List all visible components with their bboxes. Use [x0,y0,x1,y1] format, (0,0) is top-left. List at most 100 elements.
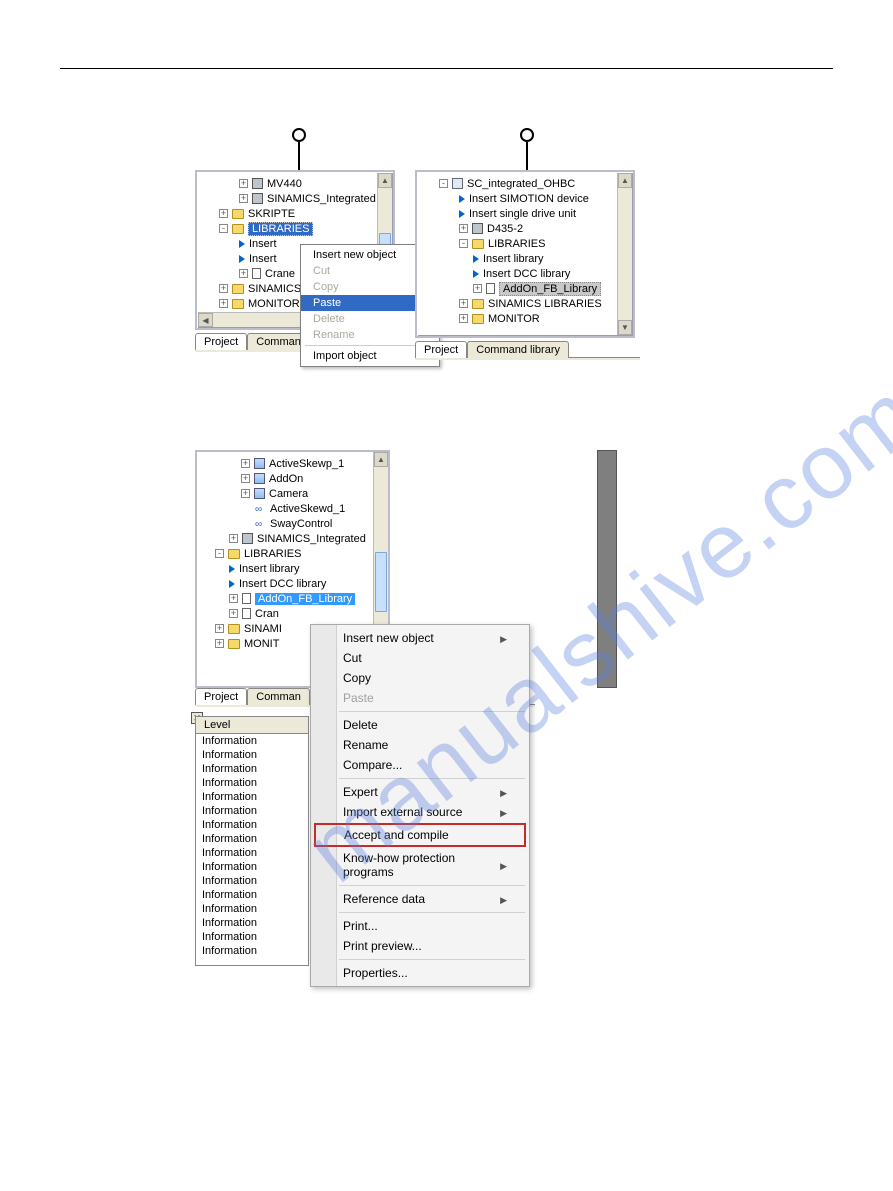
folder-icon [228,624,240,634]
scroll-up-button[interactable]: ▲ [378,173,392,188]
menu-know-how-protection[interactable]: Know-how protection programs [311,848,529,882]
scroll-thumb[interactable] [375,552,387,612]
expand-icon[interactable]: + [219,299,228,308]
tree-item-insert-library[interactable]: Insert library [419,251,631,266]
tree-item-addon[interactable]: + AddOn [197,471,388,486]
tree-item-swaycontrol[interactable]: SwayControl [197,516,388,531]
tree-item-root[interactable]: -SC_integrated_OHBC [419,176,631,191]
menu-compare[interactable]: Compare... [311,755,529,775]
tab-project[interactable]: Project [195,333,247,350]
expand-icon[interactable]: + [459,314,468,323]
tree-label: Insert [249,253,277,265]
tree-item-insert-library[interactable]: Insert library [197,561,388,576]
vertical-scrollbar[interactable]: ▲ ▼ [617,173,632,335]
tree-item-sinamics-libraries[interactable]: +SINAMICS LIBRARIES [419,296,631,311]
tab-command-library[interactable]: Command library [467,341,569,358]
menu-expert[interactable]: Expert [311,782,529,802]
tree-item-libraries[interactable]: -LIBRARIES [197,546,388,561]
menu-insert-new-object[interactable]: Insert new object [311,628,529,648]
expand-icon[interactable]: + [229,534,238,543]
panel-source-project: +MV440 +SINAMICS_Integrated +SKRIPTE -LI… [195,170,400,370]
collapse-icon[interactable]: - [439,179,448,188]
document-icon [486,283,495,294]
tree-label: MONIT [244,638,279,650]
collapse-icon[interactable]: - [459,239,468,248]
tree-item-activeskewp-1[interactable]: +ActiveSkewp_1 [197,456,388,471]
tree-item-insert-dcc[interactable]: Insert DCC library [197,576,388,591]
device-icon [472,223,483,234]
expand-icon[interactable]: + [459,224,468,233]
tree-item-mv440[interactable]: +MV440 [199,176,391,191]
tree-item-insert-drive[interactable]: Insert single drive unit [419,206,631,221]
expand-icon[interactable]: + [219,284,228,293]
menu-print[interactable]: Print... [311,916,529,936]
tab-project[interactable]: Project [415,341,467,358]
program-icon [254,488,265,499]
insert-arrow-icon [229,565,235,573]
tree-item-sinamics-integrated[interactable]: +SINAMICS_Integrated [199,191,391,206]
menu-accept-and-compile[interactable]: Accept and compile [314,823,526,847]
expand-icon[interactable]: + [241,489,250,498]
menu-import-external-source[interactable]: Import external source [311,802,529,822]
menu-rename[interactable]: Rename [311,735,529,755]
tree-item-addon-fb-library[interactable]: +AddOn_FB_Library [197,591,388,606]
tree-label: Insert DCC library [483,268,570,280]
menu-delete[interactable]: Delete [311,715,529,735]
expand-icon[interactable]: + [241,459,250,468]
output-row: Information [196,776,308,790]
expand-icon[interactable]: + [239,194,248,203]
scroll-left-button[interactable]: ◀ [198,313,213,327]
horizontal-rule [60,68,833,69]
tree-item-sinamics-integrated[interactable]: +SINAMICS_Integrated [197,531,388,546]
expand-icon[interactable]: + [215,639,224,648]
menu-properties[interactable]: Properties... [311,963,529,983]
scroll-up-button[interactable]: ▲ [374,452,388,467]
tree-item-cran[interactable]: +Cran [197,606,388,621]
tab-command-library[interactable]: Comman [247,688,310,705]
expand-icon[interactable]: + [219,209,228,218]
folder-icon [472,314,484,324]
menu-cut[interactable]: Cut [311,648,529,668]
context-menu-c[interactable]: Insert new object Cut Copy Paste Delete … [310,624,530,987]
expand-icon[interactable]: + [215,624,224,633]
tree-item-monitor[interactable]: +MONITOR [419,311,631,326]
folder-icon [232,284,244,294]
insert-arrow-icon [459,210,465,218]
output-pane[interactable]: Level Information Information Informatio… [195,716,309,966]
tree-label: Insert library [239,563,300,575]
tree-item-activeskewd-1[interactable]: ActiveSkewd_1 [197,501,388,516]
tree-item-libraries[interactable]: -LIBRARIES [419,236,631,251]
tree-item-insert-dcc[interactable]: Insert DCC library [419,266,631,281]
tree-item-addon-fb-library[interactable]: +AddOn_FB_Library [419,281,631,296]
tree-view-b[interactable]: -SC_integrated_OHBC Insert SIMOTION devi… [415,170,635,338]
scroll-down-button[interactable]: ▼ [618,320,632,335]
menu-print-preview[interactable]: Print preview... [311,936,529,956]
collapse-icon[interactable]: - [219,224,228,233]
expand-icon[interactable]: + [239,269,248,278]
tree-item-d435[interactable]: +D435-2 [419,221,631,236]
output-row: Information [196,790,308,804]
expand-icon[interactable]: + [239,179,248,188]
menu-separator [339,711,525,712]
tree-label: SINAMICS [248,283,301,295]
scroll-up-button[interactable]: ▲ [618,173,632,188]
insert-arrow-icon [473,270,479,278]
tree-item-skripte[interactable]: +SKRIPTE [199,206,391,221]
expand-icon[interactable]: + [229,609,238,618]
menu-label: Insert new object [313,249,396,261]
tree-item-libraries[interactable]: -LIBRARIES [199,221,391,236]
tree-item-insert-simotion[interactable]: Insert SIMOTION device [419,191,631,206]
expand-icon[interactable]: + [459,299,468,308]
menu-reference-data[interactable]: Reference data [311,889,529,909]
output-row: Information [196,860,308,874]
expand-icon[interactable]: + [229,594,238,603]
tree-label: AddOn [269,473,303,485]
column-header-level[interactable]: Level [196,717,308,734]
folder-icon [228,639,240,649]
menu-copy[interactable]: Copy [311,668,529,688]
expand-icon[interactable]: + [241,474,250,483]
tree-item-camera[interactable]: +Camera [197,486,388,501]
tab-project[interactable]: Project [195,688,247,705]
collapse-icon[interactable]: - [215,549,224,558]
expand-icon[interactable]: + [473,284,482,293]
